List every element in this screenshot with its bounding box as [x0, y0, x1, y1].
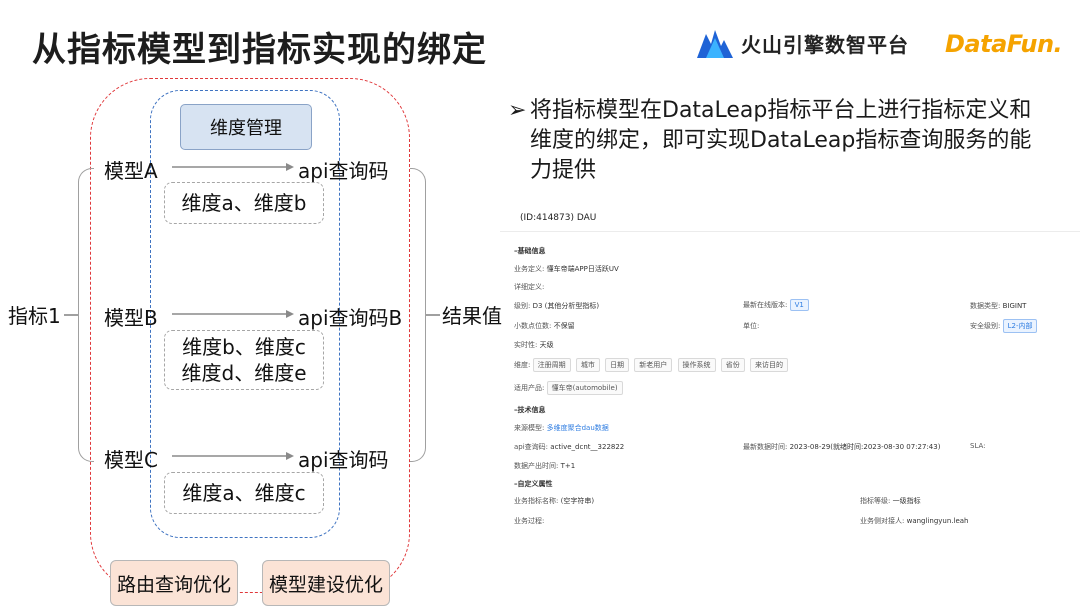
- model-a-api-label: api查询码: [298, 159, 389, 183]
- custom-attr-section: –自定义属性: [514, 480, 553, 488]
- data-type-label: 数据类型:: [970, 302, 1001, 310]
- data-type-value: BIGINT: [1002, 302, 1027, 310]
- biz-process-label: 业务过程:: [514, 517, 545, 525]
- route-query-optimization-box: 路由查询优化: [110, 560, 238, 606]
- model-b-api-label: api查询码B: [298, 306, 403, 330]
- dimension-tag[interactable]: 操作系统: [677, 358, 716, 372]
- sla-label: SLA:: [970, 442, 986, 450]
- biz-name-row: 业务指标名称: (空字符串): [514, 496, 594, 506]
- latest-data-value: 2023-08-29(就绪时间:2023-08-30 07:27:43): [789, 443, 941, 451]
- model-b-dim-line-2: 维度d、维度e: [181, 361, 307, 385]
- metric-label: 指标1: [8, 304, 61, 328]
- model-c-arrow-icon: [172, 452, 294, 460]
- right-bracket-tip: [426, 314, 440, 316]
- metric-level-label: 指标等级:: [860, 497, 891, 505]
- dimension-tag[interactable]: 日期: [605, 358, 630, 372]
- decimal-row: 小数点位数: 不保留: [514, 321, 575, 331]
- metric-detail-panel: (ID:414873) DAU –基础信息 业务定义: 懂车帝端APP日活跃UV…: [500, 205, 1080, 535]
- model-a-arrow-icon: [172, 163, 294, 171]
- api-code-value: active_dcnt__322822: [550, 443, 625, 451]
- source-model-label: 来源模型:: [514, 424, 545, 432]
- data-type-row: 数据类型: BIGINT: [970, 301, 1026, 311]
- latest-version-row: 最新在线版本: V1: [743, 299, 809, 311]
- dimensions-label: 维度:: [514, 361, 531, 369]
- dimensions-row: 维度: 注册周期 城市 日期 新老用户 操作系统 省份 来访目的: [514, 358, 791, 372]
- model-c-label: 模型C: [104, 448, 158, 472]
- level-row: 级别: D3 (其他分析型指标): [514, 301, 599, 311]
- left-bracket: [78, 168, 94, 462]
- decimal-value: 不保留: [553, 322, 575, 330]
- latest-data-label: 最新数据时间:: [743, 443, 788, 451]
- level-value: D3 (其他分析型指标): [532, 302, 600, 310]
- model-a-label: 模型A: [104, 159, 158, 183]
- api-code-row: api查询码: active_dcnt__322822: [514, 442, 624, 452]
- latest-version-badge: V1: [789, 299, 809, 311]
- model-build-optimization-box: 模型建设优化: [262, 560, 390, 606]
- biz-name-label: 业务指标名称:: [514, 497, 559, 505]
- product-label: 适用产品:: [514, 384, 545, 392]
- panel-header: (ID:414873) DAU: [520, 213, 597, 223]
- biz-def-value: 懂车帝端APP日活跃UV: [546, 265, 619, 273]
- bullet-text: 将指标模型在DataLeap指标平台上进行指标定义和维度的绑定，即可实现Data…: [530, 98, 1032, 183]
- volcano-logo-icon: [697, 30, 733, 58]
- page-title: 从指标模型到指标实现的绑定: [32, 30, 487, 70]
- source-model-row: 来源模型: 多维度聚合dau数据: [514, 423, 609, 433]
- contact-label: 业务侧对接人:: [860, 517, 905, 525]
- realtime-label: 实时性:: [514, 341, 538, 349]
- left-bracket-tip: [64, 314, 78, 316]
- latest-version-label: 最新在线版本:: [743, 301, 788, 309]
- basic-info-section: –基础信息: [514, 247, 546, 255]
- model-a-dimensions-box: 维度a、维度b: [164, 182, 324, 224]
- detail-def-label: 详细定义:: [514, 283, 545, 291]
- volcano-engine-text: 火山引擎数智平台: [741, 32, 909, 57]
- model-b-dimensions-box: 维度b、维度c 维度d、维度e: [164, 330, 324, 390]
- volcano-engine-logo: 火山引擎数智平台: [697, 28, 909, 58]
- model-b-dim-line-1: 维度b、维度c: [182, 335, 306, 359]
- dimension-tag[interactable]: 新老用户: [634, 358, 673, 372]
- security-label: 安全级别:: [970, 322, 1001, 330]
- level-label: 级别:: [514, 302, 531, 310]
- metric-level-row: 指标等级: 一级指标: [860, 496, 921, 506]
- datafun-logo: DataFun.: [945, 30, 1063, 58]
- result-label: 结果值: [442, 304, 502, 328]
- contact-value: wanglingyun.leah: [906, 517, 969, 525]
- biz-name-value: (空字符串): [560, 497, 595, 505]
- model-b-arrow-icon: [172, 310, 294, 318]
- security-badge: L2-内部: [1002, 319, 1038, 333]
- api-code-label: api查询码:: [514, 443, 549, 451]
- model-c-dimensions-box: 维度a、维度c: [164, 472, 324, 514]
- bullet-arrow-icon: ➢: [508, 98, 527, 123]
- dimension-tag[interactable]: 城市: [575, 358, 600, 372]
- dimension-tag[interactable]: 注册周期: [532, 358, 571, 372]
- realtime-row: 实时性: 天级: [514, 340, 554, 350]
- dimension-tag[interactable]: 省份: [720, 358, 745, 372]
- model-b-label: 模型B: [104, 306, 158, 330]
- dimension-tag[interactable]: 来访目的: [750, 358, 788, 372]
- biz-def-label: 业务定义:: [514, 265, 545, 273]
- product-row: 适用产品: 懂车帝(automobile): [514, 381, 626, 395]
- bullet-point: ➢ 将指标模型在DataLeap指标平台上进行指标定义和维度的绑定，即可实现Da…: [508, 96, 1053, 186]
- product-tag[interactable]: 懂车帝(automobile): [546, 381, 623, 395]
- metric-level-value: 一级指标: [892, 497, 921, 505]
- unit-label: 单位:: [743, 322, 760, 330]
- output-time-label: 数据产出时间:: [514, 462, 559, 470]
- right-bracket: [410, 168, 426, 462]
- output-time-row: 数据产出时间: T+1: [514, 461, 575, 471]
- output-time-value: T+1: [560, 462, 576, 470]
- dimension-management-box: 维度管理: [180, 104, 312, 150]
- decimal-label: 小数点位数:: [514, 322, 552, 330]
- contact-row: 业务侧对接人: wanglingyun.leah: [860, 516, 968, 526]
- biz-def-row: 业务定义: 懂车帝端APP日活跃UV: [514, 264, 619, 274]
- realtime-value: 天级: [539, 341, 554, 349]
- model-a-dim-line: 维度a、维度b: [181, 191, 307, 215]
- model-c-api-label: api查询码: [298, 448, 389, 472]
- source-model-link[interactable]: 多维度聚合dau数据: [547, 424, 609, 432]
- security-row: 安全级别: L2-内部: [970, 319, 1038, 333]
- latest-data-row: 最新数据时间: 2023-08-29(就绪时间:2023-08-30 07:27…: [743, 442, 940, 452]
- tech-info-section: –技术信息: [514, 406, 546, 414]
- panel-divider: [500, 231, 1080, 232]
- model-c-dim-line: 维度a、维度c: [182, 481, 306, 505]
